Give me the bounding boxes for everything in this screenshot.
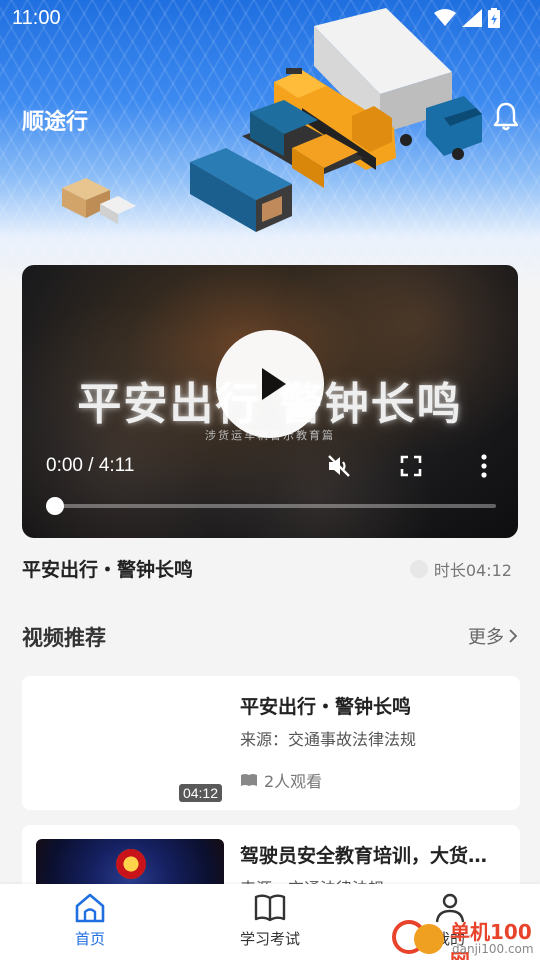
duration-label: 时长04:12 xyxy=(433,561,512,580)
video-card-title: 驾驶员安全教育培训，大货… xyxy=(240,845,488,867)
watermark-url: danji100.com xyxy=(452,942,534,956)
mute-icon[interactable] xyxy=(326,453,352,479)
video-card-views: 2人观看 xyxy=(240,768,322,792)
book-icon xyxy=(254,894,286,922)
video-caption: 平安出行・警钟长鸣 xyxy=(22,559,194,581)
police-emblem-icon xyxy=(116,849,146,879)
chevron-right-icon xyxy=(509,629,518,643)
status-time: 11:00 xyxy=(12,7,61,29)
site-watermark: 单机100网 danji100.com xyxy=(392,914,540,960)
views-count: 2人观看 xyxy=(264,772,323,791)
video-player[interactable]: 平安出行 警钟长鸣 涉货运车辆警示教育篇 0:00 / 4:11 xyxy=(22,265,518,538)
clock-icon xyxy=(409,560,428,578)
more-link[interactable]: 更多 xyxy=(468,623,518,649)
app-title: 顺途行 xyxy=(22,110,89,135)
more-options-icon[interactable] xyxy=(474,453,494,479)
book-open-icon xyxy=(241,774,257,786)
home-icon xyxy=(75,893,105,923)
nav-item-home[interactable]: 首页 xyxy=(35,892,145,949)
fullscreen-icon[interactable] xyxy=(400,455,422,477)
nav-item-study[interactable]: 学习考试 xyxy=(215,892,325,949)
video-card[interactable]: 04:12 平安出行・警钟长鸣 来源：交通事故法律法规 2人观看 xyxy=(22,676,520,810)
video-thumbnail: 04:12 xyxy=(36,690,224,802)
nav-label-study: 学习考试 xyxy=(239,930,300,948)
play-button[interactable] xyxy=(216,330,324,438)
video-card-title: 平安出行・警钟长鸣 xyxy=(240,696,412,718)
section-title-recommend: 视频推荐 xyxy=(22,626,106,650)
thumbnail-duration: 04:12 xyxy=(178,784,222,802)
bell-icon[interactable] xyxy=(490,100,522,132)
video-progress-bar[interactable] xyxy=(56,504,496,508)
header-banner: 11:00 顺途行 xyxy=(0,0,540,290)
nav-label-home: 首页 xyxy=(74,930,105,948)
video-duration: 时长04:12 xyxy=(409,557,512,581)
watermark-logo-accent xyxy=(414,924,444,954)
video-time-readout: 0:00 / 4:11 xyxy=(46,455,135,476)
more-label: 更多 xyxy=(468,627,504,648)
video-progress-thumb[interactable] xyxy=(46,497,64,515)
video-card-source: 来源：交通事故法律法规 xyxy=(240,730,417,749)
logistics-illustration xyxy=(62,8,482,232)
